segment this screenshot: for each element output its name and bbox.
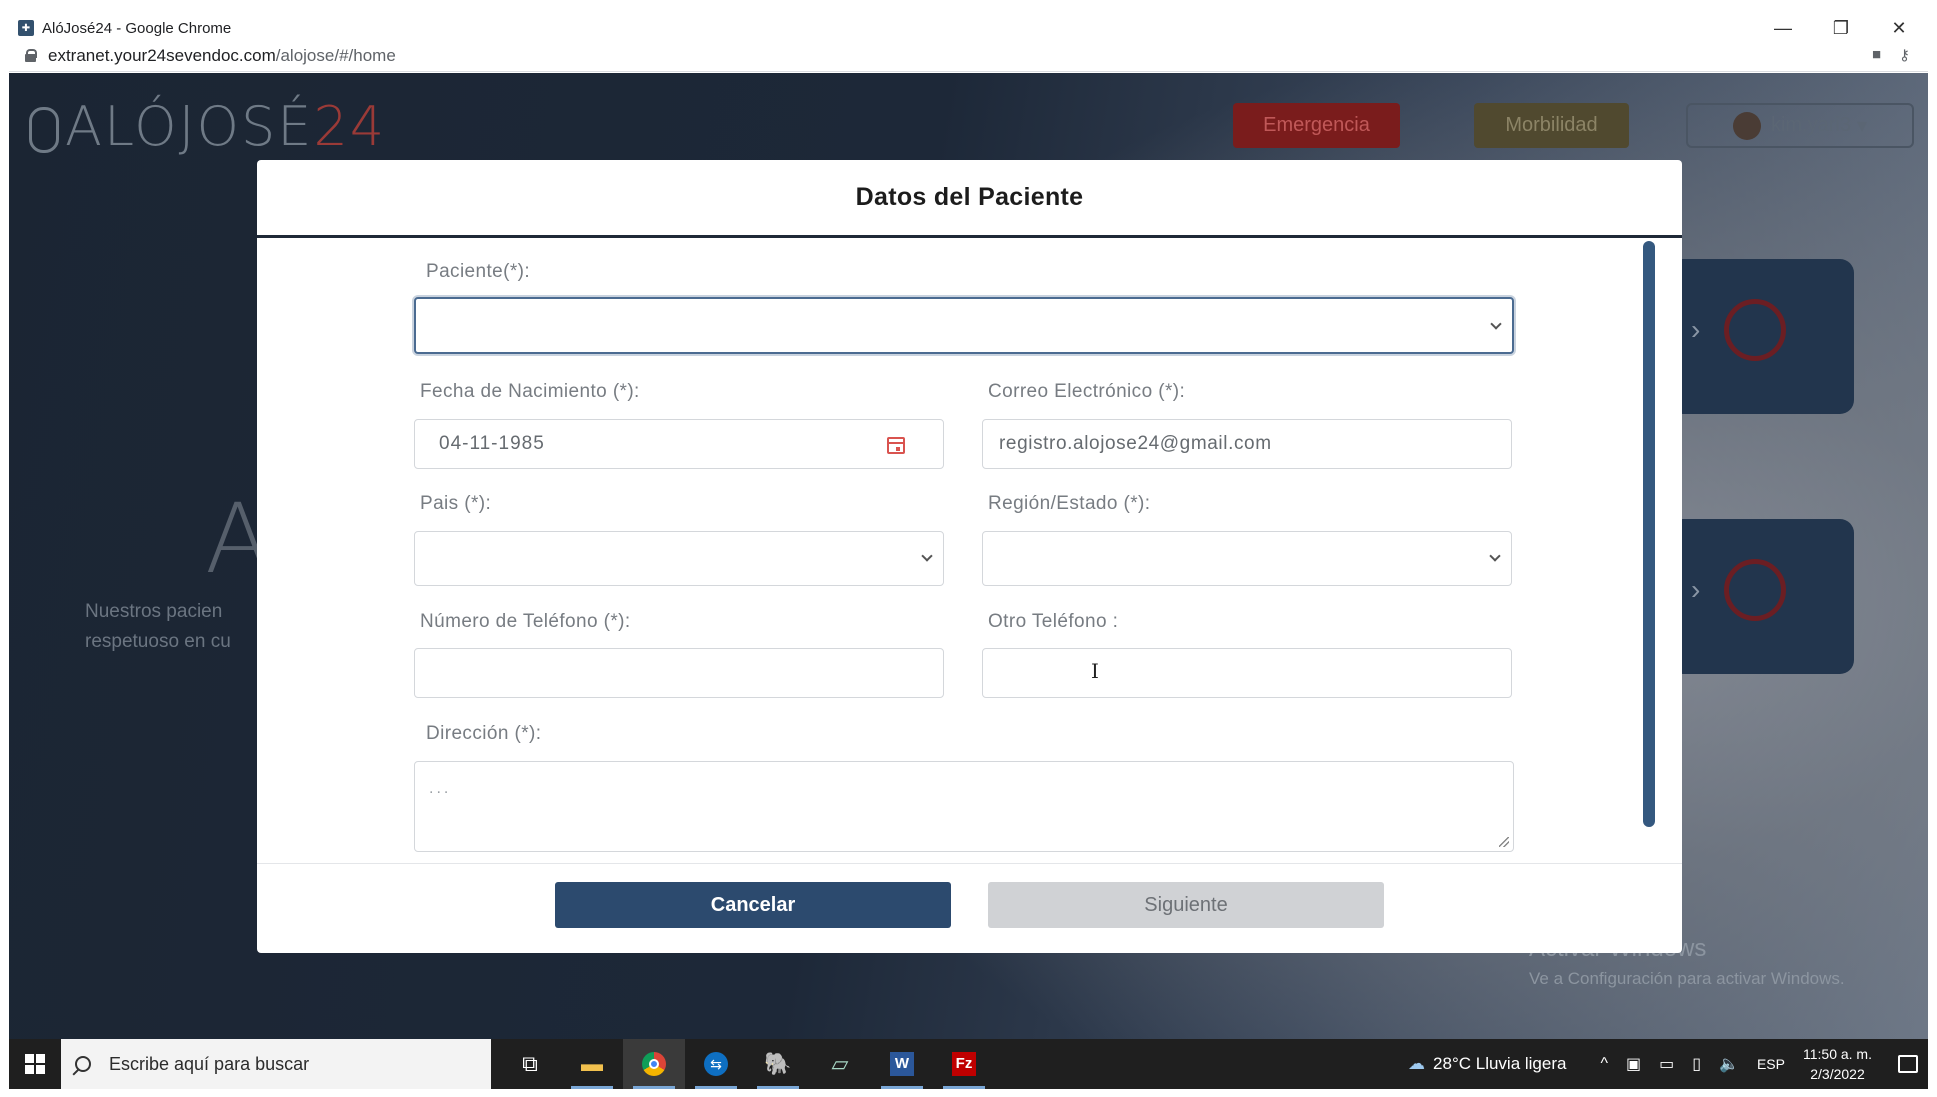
emergency-button[interactable]: Emergencia xyxy=(1233,103,1400,148)
volume-icon[interactable]: 🔈 xyxy=(1719,1054,1739,1074)
modal-scrollbar[interactable] xyxy=(1643,241,1655,827)
region-select[interactable] xyxy=(982,531,1512,586)
taskbar-search-placeholder: Escribe aquí para buscar xyxy=(109,1053,310,1074)
chevron-down-icon xyxy=(921,550,933,562)
chevron-down-icon xyxy=(1489,550,1501,562)
postgresql-icon[interactable]: 🐘 xyxy=(747,1039,809,1089)
phone-icon xyxy=(1724,559,1786,621)
address-bar[interactable]: extranet.your24sevendoc.com/alojose/#/ho… xyxy=(9,40,1928,72)
morbidity-button[interactable]: Morbilidad xyxy=(1474,103,1629,148)
notes-app-icon[interactable]: ▱ xyxy=(809,1039,871,1089)
chevron-right-icon: › xyxy=(1691,574,1701,605)
email-field[interactable]: registro.alojose24@gmail.com xyxy=(982,419,1512,469)
teamviewer-icon[interactable]: ⇆ xyxy=(685,1039,747,1089)
filezilla-icon[interactable]: Fz xyxy=(933,1039,995,1089)
system-tray: ☁ 28°C Lluvia ligera ^ ▣ ▭ ▯ 🔈 ESP 11:50 … xyxy=(1408,1039,1918,1089)
key-icon[interactable]: ⚷ xyxy=(1899,46,1910,64)
word-icon[interactable]: W xyxy=(871,1039,933,1089)
address-placeholder: ... xyxy=(429,780,452,797)
brand-name: ALÓJOSÉ xyxy=(65,95,314,158)
address-textarea[interactable]: ... xyxy=(414,761,1514,852)
chevron-right-icon: › xyxy=(1691,314,1701,345)
notification-icon[interactable] xyxy=(1898,1055,1918,1073)
modal-footer: Cancelar Siguiente xyxy=(257,863,1682,953)
clock-date: 2/3/2022 xyxy=(1810,1066,1865,1082)
brand-logo[interactable]: ALÓJOSÉ24 xyxy=(29,95,386,158)
birthdate-input[interactable]: 04-11-1985 xyxy=(414,419,944,469)
address-label: Dirección (*): xyxy=(426,723,542,744)
url-path: /alojose/#/home xyxy=(275,45,396,65)
hero-text-line-2: respetuoso en cu xyxy=(85,631,231,652)
caret-down-icon: ▾ xyxy=(1856,115,1868,137)
modal-title: Datos del Paciente xyxy=(855,183,1084,211)
window-title: AlóJosé24 - Google Chrome xyxy=(42,19,232,37)
camera-blocked-icon[interactable]: ■ xyxy=(1872,46,1881,64)
email-label: Correo Electrónico (*): xyxy=(988,381,1186,402)
other-phone-field[interactable]: I xyxy=(982,648,1512,698)
other-phone-label: Otro Teléfono : xyxy=(988,611,1119,632)
region-label: Región/Estado (*): xyxy=(988,493,1151,514)
windows-logo-icon xyxy=(25,1054,45,1074)
country-label: Pais (*): xyxy=(420,493,492,514)
search-icon xyxy=(75,1056,91,1072)
user-name: kim.yari3 xyxy=(1770,114,1851,136)
app-favicon-icon: ✚ xyxy=(18,20,34,36)
language-indicator[interactable]: ESP xyxy=(1757,1056,1785,1072)
chevron-up-icon[interactable]: ^ xyxy=(1600,1055,1608,1073)
patient-label: Paciente(*): xyxy=(426,261,531,282)
clock[interactable]: 11:50 a. m. 2/3/2022 xyxy=(1803,1044,1872,1084)
lock-icon[interactable] xyxy=(25,49,37,62)
security-icon[interactable]: ▣ xyxy=(1626,1054,1641,1074)
email-value: registro.alojose24@gmail.com xyxy=(999,433,1272,454)
file-explorer-icon[interactable]: ▬ xyxy=(561,1039,623,1089)
brand-number: 24 xyxy=(313,95,387,158)
address-bar-actions: ■ ⚷ xyxy=(1872,46,1910,64)
battery-icon[interactable]: ▭ xyxy=(1659,1054,1674,1074)
weather-text: 28°C Lluvia ligera xyxy=(1433,1054,1567,1073)
service-card-call[interactable]: › xyxy=(1669,519,1854,674)
modal-body: Paciente(*): Fecha de Nacimiento (*): 04… xyxy=(257,241,1682,863)
text-cursor-icon: I xyxy=(1091,659,1099,683)
user-menu[interactable]: kim.yari3 ▾ xyxy=(1686,103,1914,148)
hero-text: Nuestros pacien respetuoso en cu xyxy=(85,597,285,657)
power-icon xyxy=(1724,299,1786,361)
patient-select[interactable] xyxy=(414,297,1514,354)
birthdate-label: Fecha de Nacimiento (*): xyxy=(420,381,640,402)
windows-taskbar: Escribe aquí para buscar ⧉ ▬ ⇆ 🐘 ▱ W Fz … xyxy=(9,1039,1928,1089)
chevron-down-icon xyxy=(1490,318,1502,330)
start-button[interactable] xyxy=(9,1039,61,1089)
phone-label: Número de Teléfono (*): xyxy=(420,611,631,632)
taskbar-apps: ⧉ ▬ ⇆ 🐘 ▱ W Fz xyxy=(499,1039,995,1089)
stethoscope-icon xyxy=(29,107,59,154)
chrome-icon[interactable] xyxy=(623,1039,685,1089)
clock-time: 11:50 a. m. xyxy=(1802,1046,1872,1062)
task-view-icon[interactable]: ⧉ xyxy=(499,1039,561,1089)
url-domain: extranet.your24sevendoc.com xyxy=(48,45,276,65)
birthdate-value: 04-11-1985 xyxy=(439,433,545,454)
phone-field[interactable] xyxy=(414,648,944,698)
weather-widget[interactable]: ☁ 28°C Lluvia ligera xyxy=(1408,1054,1566,1074)
url-text[interactable]: extranet.your24sevendoc.com/alojose/#/ho… xyxy=(48,46,396,66)
hero-text-line-1: Nuestros pacien xyxy=(85,601,223,622)
taskbar-search[interactable]: Escribe aquí para buscar xyxy=(61,1039,491,1089)
activate-subtitle: Ve a Configuración para activar Windows. xyxy=(1529,969,1845,988)
patient-data-modal: Datos del Paciente Paciente(*): Fecha de… xyxy=(257,160,1682,953)
cancel-button[interactable]: Cancelar xyxy=(555,882,951,928)
service-card-emergency[interactable]: › xyxy=(1669,259,1854,414)
cloud-icon: ☁ xyxy=(1408,1054,1426,1073)
avatar xyxy=(1732,111,1761,140)
network-icon[interactable]: ▯ xyxy=(1692,1054,1701,1074)
next-button[interactable]: Siguiente xyxy=(988,882,1384,928)
modal-header: Datos del Paciente xyxy=(257,160,1682,238)
country-select[interactable] xyxy=(414,531,944,586)
calendar-icon[interactable] xyxy=(887,437,905,454)
resize-handle-icon[interactable] xyxy=(1499,837,1509,847)
